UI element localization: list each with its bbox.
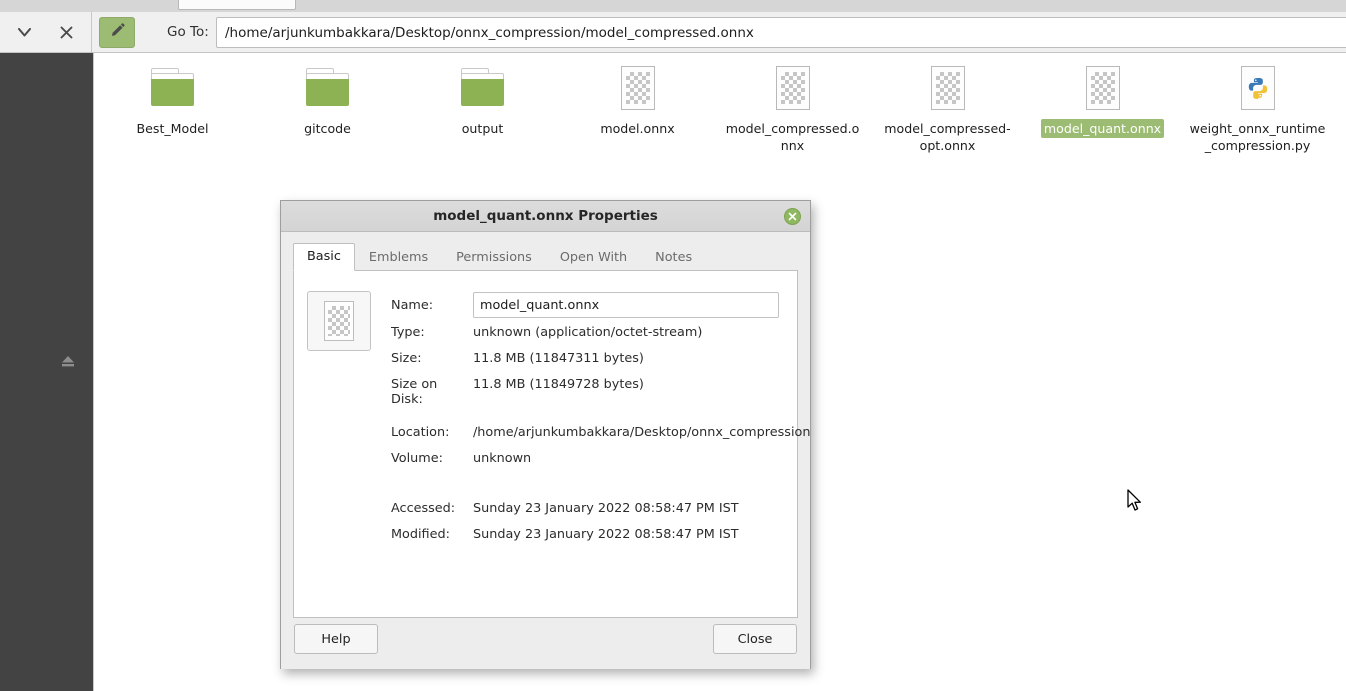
file-label: Best_Model — [136, 121, 209, 136]
tab-panel-basic: Name: Type: unknown (application/octet-s… — [293, 270, 810, 618]
close-button[interactable]: Close — [713, 624, 797, 654]
python-file-icon — [1233, 63, 1283, 113]
folder-icon — [458, 63, 508, 113]
tab-emblems[interactable]: Emblems — [355, 244, 442, 271]
generic-file-icon — [1078, 63, 1128, 113]
dialog-tabstrip: Basic Emblems Permissions Open With Note… — [293, 243, 798, 271]
file-label: model_compressed-opt.onnx — [884, 121, 1011, 153]
chevron-down-icon[interactable] — [12, 19, 38, 45]
field-value-type: unknown (application/octet-stream) — [473, 325, 703, 340]
path-input[interactable] — [216, 17, 1346, 48]
field-volume: Volume: unknown — [391, 451, 791, 474]
dialog-title: model_quant.onnx Properties — [433, 208, 658, 224]
field-size: Size: 11.8 MB (11847311 bytes) — [391, 351, 791, 374]
dialog-body: Basic Emblems Permissions Open With Note… — [281, 233, 810, 669]
field-type: Type: unknown (application/octet-stream) — [391, 325, 791, 348]
field-accessed: Accessed: Sunday 23 January 2022 08:58:4… — [391, 501, 791, 524]
file-item-selected[interactable]: model_quant.onnx — [1025, 63, 1180, 155]
file-item[interactable]: model_compressed-opt.onnx — [870, 63, 1025, 155]
field-value-size-on-disk: 11.8 MB (11849728 bytes) — [473, 377, 644, 392]
generic-file-icon — [768, 63, 818, 113]
file-item[interactable]: output — [405, 63, 560, 155]
field-label-modified: Modified: — [391, 527, 450, 542]
field-label-volume: Volume: — [391, 451, 443, 466]
field-modified: Modified: Sunday 23 January 2022 08:58:4… — [391, 527, 791, 550]
toolbar: Go To: — [0, 12, 1346, 53]
field-label-accessed: Accessed: — [391, 501, 456, 516]
properties-dialog: model_quant.onnx Properties Basic Emblem… — [280, 200, 811, 669]
close-icon[interactable] — [54, 19, 80, 45]
generic-file-icon — [324, 301, 354, 341]
file-icon-row: Best_Model gitcode output model.onnx mod… — [95, 53, 1346, 155]
pencil-icon — [109, 22, 126, 43]
name-input[interactable] — [473, 292, 779, 318]
field-value-location: /home/arjunkumbakkara/Desktop/onnx_compr… — [473, 425, 811, 440]
field-location: Location: /home/arjunkumbakkara/Desktop/… — [391, 425, 810, 448]
file-label: model_quant.onnx — [1040, 119, 1165, 138]
field-size-on-disk: Size on Disk: 11.8 MB (11849728 bytes) — [391, 377, 791, 407]
dialog-titlebar[interactable]: model_quant.onnx Properties — [281, 201, 810, 232]
tab-notes[interactable]: Notes — [641, 244, 706, 271]
dialog-footer: Help Close — [281, 612, 810, 668]
file-item[interactable]: gitcode — [250, 63, 405, 155]
field-label-location: Location: — [391, 425, 450, 440]
file-preview-icon-button[interactable] — [307, 291, 371, 351]
edit-path-button[interactable] — [99, 17, 135, 48]
generic-file-icon — [613, 63, 663, 113]
folder-icon — [303, 63, 353, 113]
tab-basic[interactable]: Basic — [293, 243, 355, 271]
window-tab-stub[interactable] — [178, 0, 296, 10]
file-item[interactable]: Best_Model — [95, 63, 250, 155]
tab-open-with[interactable]: Open With — [546, 244, 641, 271]
places-sidebar[interactable] — [0, 53, 94, 691]
generic-file-icon — [923, 63, 973, 113]
field-label-size-on-disk: Size on Disk: — [391, 377, 438, 407]
eject-icon[interactable] — [60, 353, 76, 372]
file-label: model.onnx — [600, 121, 675, 136]
file-label: output — [461, 121, 504, 136]
field-value-volume: unknown — [473, 451, 532, 466]
field-name: Name: — [391, 291, 791, 319]
window-top-strip — [0, 0, 1346, 12]
field-label-size: Size: — [391, 351, 422, 366]
folder-icon — [148, 63, 198, 113]
goto-label: Go To: — [167, 24, 209, 40]
properties-fields: Name: Type: unknown (application/octet-s… — [391, 291, 810, 553]
close-icon[interactable] — [784, 208, 801, 225]
field-label-type: Type: — [391, 325, 425, 340]
file-item[interactable]: weight_onnx_runtime_compression.py — [1180, 63, 1335, 155]
file-item[interactable]: model_compressed.onnx — [715, 63, 870, 155]
tab-permissions[interactable]: Permissions — [442, 244, 546, 271]
help-button[interactable]: Help — [294, 624, 378, 654]
field-label-name: Name: — [391, 297, 434, 313]
field-value-modified: Sunday 23 January 2022 08:58:47 PM IST — [473, 527, 739, 542]
file-manager-window: Go To: Best_Model gitcode — [0, 0, 1346, 691]
file-label: weight_onnx_runtime_compression.py — [1189, 121, 1326, 153]
file-label: gitcode — [304, 121, 351, 136]
field-spacer — [391, 477, 791, 501]
toolbar-left-group — [0, 12, 92, 52]
file-item[interactable]: model.onnx — [560, 63, 715, 155]
field-value-accessed: Sunday 23 January 2022 08:58:47 PM IST — [473, 501, 739, 516]
field-value-size: 11.8 MB (11847311 bytes) — [473, 351, 644, 366]
file-label: model_compressed.onnx — [725, 121, 860, 153]
